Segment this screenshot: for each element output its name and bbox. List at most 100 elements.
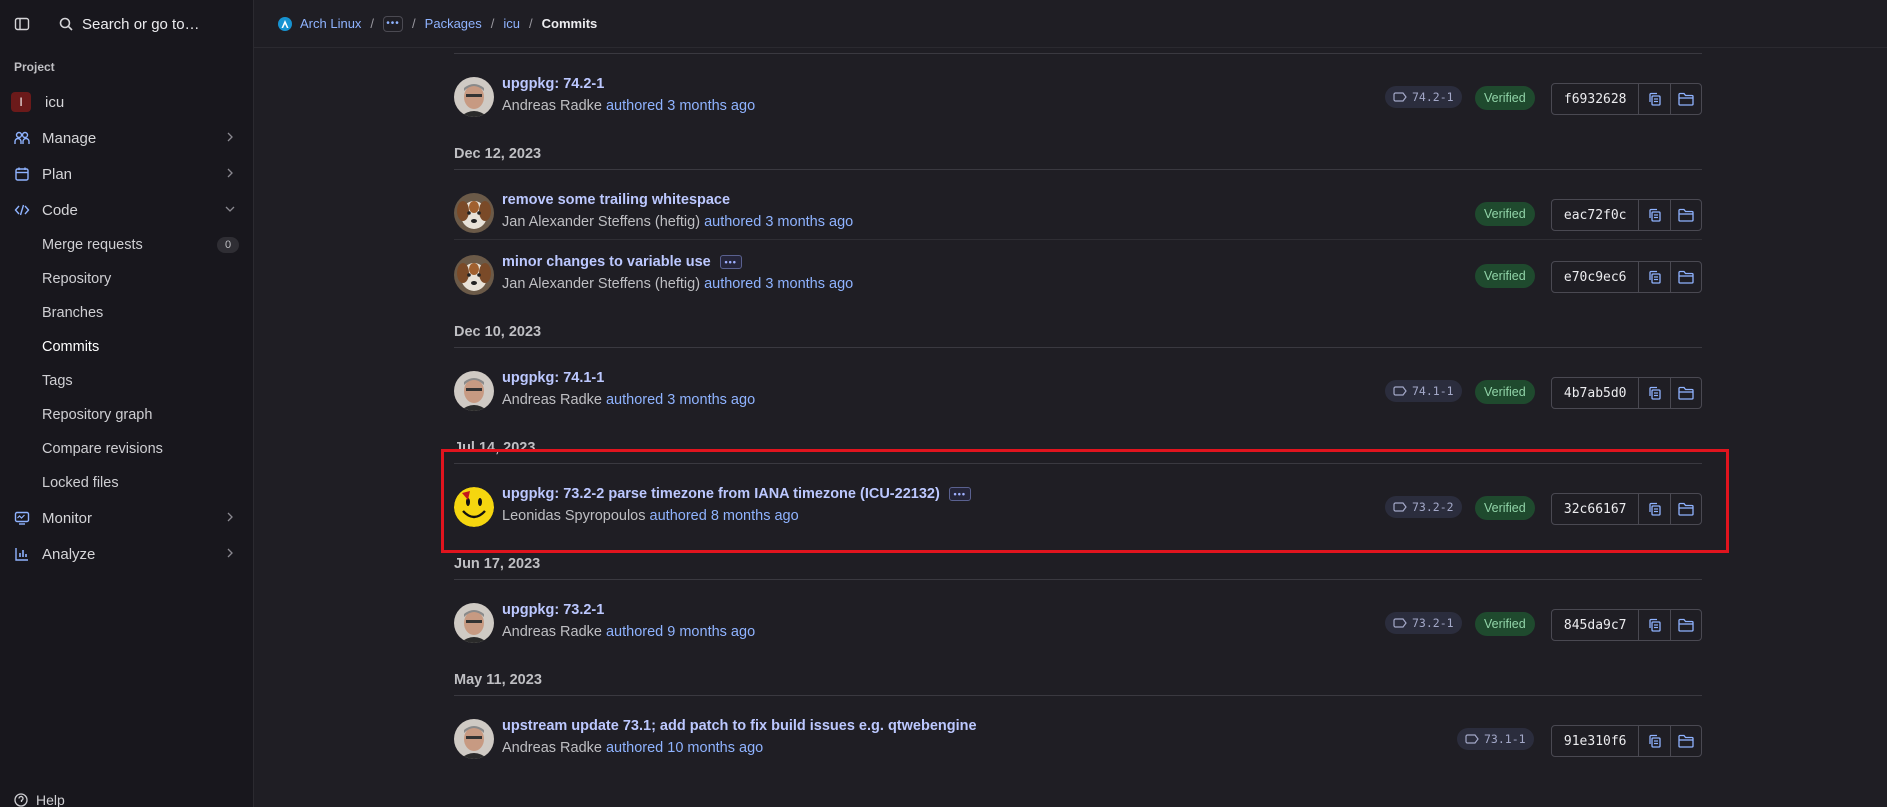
sidebar-subitem-merge-requests[interactable]: Merge requests 0 (0, 228, 253, 262)
commit-title-link[interactable]: remove some trailing whitespace (502, 192, 730, 208)
copy-icon (1649, 618, 1661, 632)
verified-badge[interactable]: Verified (1475, 380, 1535, 404)
sidebar-subitem-locked-files[interactable]: Locked files (0, 466, 253, 500)
sidebar-item-manage[interactable]: Manage (0, 120, 253, 156)
commit-meta: Jan Alexander Steffens (heftig) authored… (502, 214, 853, 230)
copy-sha-button[interactable] (1639, 726, 1670, 756)
author-link[interactable]: Andreas Radke (502, 392, 602, 408)
copy-icon (1649, 502, 1661, 516)
sidebar-item-analyze[interactable]: Analyze (0, 536, 253, 572)
browse-files-button[interactable] (1670, 378, 1701, 408)
help-button[interactable]: Help (14, 792, 65, 807)
author-link[interactable]: Andreas Radke (502, 624, 602, 640)
tag-badge[interactable]: 73.1-1 (1457, 728, 1534, 750)
authored-label: authored (605, 624, 664, 640)
browse-files-button[interactable] (1670, 200, 1701, 230)
browse-files-button[interactable] (1670, 494, 1701, 524)
commit-row: upgpkg: 73.2-1 Andreas Radke authored 9 m… (454, 588, 1702, 650)
copy-sha-button[interactable] (1639, 84, 1670, 114)
verified-badge[interactable]: Verified (1475, 496, 1535, 520)
browse-files-button[interactable] (1670, 726, 1701, 756)
commit-title-link[interactable]: upgpkg: 73.2-2 parse timezone from IANA … (502, 486, 971, 502)
author-link[interactable]: Andreas Radke (502, 98, 602, 114)
authored-label: authored (605, 392, 664, 408)
commit-time: 10 months ago (667, 740, 764, 756)
commit-meta: Andreas Radke authored 3 months ago (502, 392, 755, 408)
commit-date-header: Jun 17, 2023 (454, 546, 1702, 580)
copy-sha-button[interactable] (1639, 200, 1670, 230)
folder-icon (1678, 270, 1694, 284)
sidebar-item-plan[interactable]: Plan (0, 156, 253, 192)
author-avatar[interactable] (454, 255, 494, 295)
commit-sha-group: 91e310f6 (1551, 725, 1702, 757)
toggle-description-button[interactable]: ••• (948, 487, 971, 501)
verified-badge[interactable]: Verified (1475, 264, 1535, 288)
author-avatar[interactable] (454, 77, 494, 117)
commit-sha-button[interactable]: f6932628 (1552, 84, 1640, 114)
folder-icon (1678, 386, 1694, 400)
commit-title-link[interactable]: upgpkg: 74.1-1 (502, 370, 604, 386)
breadcrumb-current: Commits (541, 16, 598, 31)
tag-badge[interactable]: 73.2-1 (1385, 612, 1462, 634)
authored-label: authored (605, 740, 664, 756)
breadcrumb-separator: / (529, 16, 533, 31)
search-button[interactable]: Search or go to… (59, 16, 200, 33)
tag-icon (1393, 618, 1407, 628)
sidebar-subitem-tags[interactable]: Tags (0, 364, 253, 398)
browse-files-button[interactable] (1670, 262, 1701, 292)
author-link[interactable]: Jan Alexander Steffens (heftig) (502, 276, 700, 292)
commit-date-header: May 11, 2023 (454, 662, 1702, 696)
commit-title-link[interactable]: minor changes to variable use ••• (502, 254, 742, 270)
sidebar-subitem-compare-revisions[interactable]: Compare revisions (0, 432, 253, 466)
breadcrumb-group[interactable]: Arch Linux (278, 16, 361, 31)
users-icon (14, 130, 30, 146)
sidebar-subitem-repository[interactable]: Repository (0, 262, 253, 296)
breadcrumb-packages[interactable]: Packages (425, 16, 482, 31)
commit-sha-button[interactable]: 32c66167 (1552, 494, 1640, 524)
author-link[interactable]: Leonidas Spyropoulos (502, 508, 646, 524)
verified-badge[interactable]: Verified (1475, 612, 1535, 636)
toggle-description-button[interactable]: ••• (719, 255, 742, 269)
copy-sha-button[interactable] (1639, 494, 1670, 524)
author-avatar[interactable] (454, 371, 494, 411)
breadcrumb-ellipsis-button[interactable]: ••• (383, 15, 404, 32)
sidebar-subitem-label: Branches (42, 305, 104, 321)
project-avatar: I (11, 92, 31, 112)
copy-sha-button[interactable] (1639, 610, 1670, 640)
tag-badge[interactable]: 73.2-2 (1385, 496, 1462, 518)
tag-badge[interactable]: 74.1-1 (1385, 380, 1462, 402)
commit-title-link[interactable]: upgpkg: 73.2-1 (502, 602, 604, 618)
commit-title-link[interactable]: upgpkg: 74.2-1 (502, 76, 604, 92)
copy-sha-button[interactable] (1639, 378, 1670, 408)
tag-icon (1465, 734, 1479, 744)
tag-badge[interactable]: 74.2-1 (1385, 86, 1462, 108)
browse-files-button[interactable] (1670, 610, 1701, 640)
commit-sha-button[interactable]: eac72f0c (1552, 200, 1640, 230)
copy-sha-button[interactable] (1639, 262, 1670, 292)
author-avatar[interactable] (454, 193, 494, 233)
tag-label: 74.2-1 (1412, 90, 1454, 104)
browse-files-button[interactable] (1670, 84, 1701, 114)
sidebar-item-project[interactable]: I icu (0, 84, 253, 120)
verified-badge[interactable]: Verified (1475, 86, 1535, 110)
author-link[interactable]: Andreas Radke (502, 740, 602, 756)
verified-badge[interactable]: Verified (1475, 202, 1535, 226)
sidebar-subitem-label: Tags (42, 373, 73, 389)
sidebar-subitem-repository-graph[interactable]: Repository graph (0, 398, 253, 432)
breadcrumb-project[interactable]: icu (503, 16, 520, 31)
author-avatar[interactable] (454, 603, 494, 643)
commit-sha-button[interactable]: 4b7ab5d0 (1552, 378, 1640, 408)
author-avatar[interactable] (454, 719, 494, 759)
commit-title: minor changes to variable use (502, 254, 711, 270)
sidebar-toggle-icon[interactable] (14, 16, 30, 32)
sidebar-subitem-branches[interactable]: Branches (0, 296, 253, 330)
sidebar-item-code[interactable]: Code (0, 192, 253, 228)
sidebar-item-monitor[interactable]: Monitor (0, 500, 253, 536)
commit-sha-button[interactable]: e70c9ec6 (1552, 262, 1640, 292)
sidebar-subitem-commits[interactable]: Commits (0, 330, 253, 364)
commit-title-link[interactable]: upstream update 73.1; add patch to fix b… (502, 718, 977, 734)
commit-sha-button[interactable]: 845da9c7 (1552, 610, 1640, 640)
commit-sha-button[interactable]: 91e310f6 (1552, 726, 1640, 756)
author-link[interactable]: Jan Alexander Steffens (heftig) (502, 214, 700, 230)
author-avatar[interactable] (454, 487, 494, 527)
